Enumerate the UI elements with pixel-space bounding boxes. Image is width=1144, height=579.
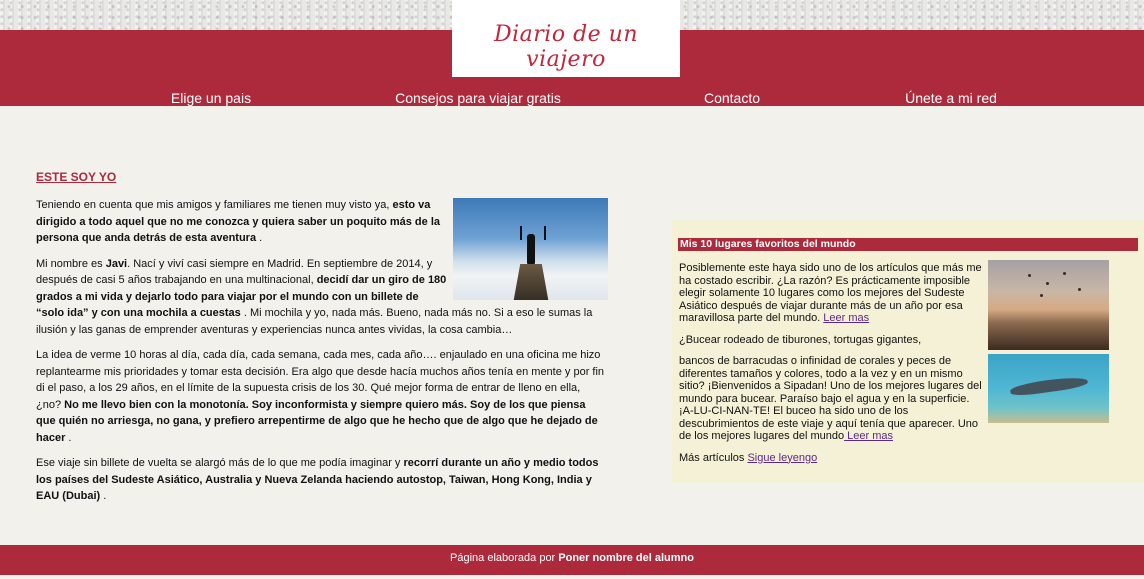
read-more-link-2[interactable]: Leer mas bbox=[844, 430, 893, 442]
p4-end: . bbox=[100, 490, 107, 502]
balloon-dot bbox=[1063, 272, 1066, 275]
p2-name: Javi bbox=[105, 257, 128, 270]
balloon-dot bbox=[1046, 282, 1049, 285]
hero-image bbox=[453, 198, 608, 300]
nav-elige-pais[interactable]: Elige un pais bbox=[171, 90, 251, 106]
footer-author: Poner nombre del alumno bbox=[558, 552, 694, 564]
keep-reading-link[interactable]: Sigue leyengo bbox=[747, 452, 817, 464]
balloons-image bbox=[988, 260, 1109, 350]
logo[interactable]: Diario de un viajero bbox=[452, 0, 680, 77]
balloon-dot bbox=[1028, 274, 1031, 277]
shark-shape bbox=[1009, 374, 1089, 398]
sidebar-paragraph-1: Posiblemente este haya sido uno de los a… bbox=[679, 262, 985, 325]
nav-contacto[interactable]: Contacto bbox=[704, 90, 760, 106]
rock-shape bbox=[513, 264, 549, 300]
sidebar-p3-text: bancos de barracudas o infinidad de cora… bbox=[679, 355, 982, 442]
p1-text: Teniendo en cuenta que mis amigos y fami… bbox=[36, 199, 393, 211]
more-articles-label: Más artículos bbox=[679, 451, 748, 464]
about-article: Teniendo en cuenta que mis amigos y fami… bbox=[36, 197, 608, 514]
nav-consejos[interactable]: Consejos para viajar gratis bbox=[395, 90, 561, 106]
nav-unete[interactable]: Únete a mi red bbox=[905, 90, 997, 106]
more-articles: Más artículos Sigue leyengo bbox=[679, 452, 985, 465]
sidebar: Mis 10 lugares favoritos del mundo Posib… bbox=[672, 220, 1144, 483]
sidebar-title: Mis 10 lugares favoritos del mundo bbox=[678, 238, 1138, 251]
shark-image bbox=[988, 354, 1109, 423]
section-title: Este soy yo bbox=[36, 170, 117, 184]
balloon-dot bbox=[1078, 288, 1081, 291]
site-footer: Página elaborada por Poner nombre del al… bbox=[0, 545, 1144, 575]
article-paragraph-4: Ese viaje sin billete de vuelta se alarg… bbox=[36, 455, 608, 505]
sidebar-paragraph-3: bancos de barracudas o infinidad de cora… bbox=[679, 355, 985, 443]
site-header: Diario de un viajero Elige un pais Conse… bbox=[0, 0, 1144, 106]
read-more-link-1[interactable]: Leer mas bbox=[823, 312, 869, 324]
p1-end: . bbox=[256, 232, 263, 244]
logo-text: Diario de un viajero bbox=[493, 22, 638, 72]
p2-text: Mi nombre es bbox=[36, 257, 106, 270]
p3-bold: No me llevo bien con la monotonía. Soy i… bbox=[36, 398, 598, 444]
p4-text: Ese viaje sin billete de vuelta se alarg… bbox=[36, 457, 404, 469]
balloon-dot bbox=[1040, 294, 1043, 297]
p3-end: . bbox=[65, 431, 72, 444]
sidebar-paragraph-2: ¿Bucear rodeado de tiburones, tortugas g… bbox=[679, 333, 922, 346]
person-silhouette bbox=[527, 234, 535, 264]
footer-text: Página elaborada por bbox=[450, 552, 559, 564]
main-nav: Elige un pais Consejos para viajar grati… bbox=[0, 88, 1144, 106]
sidebar-body: Posiblemente este haya sido uno de los a… bbox=[679, 262, 985, 473]
article-paragraph-3: La idea de verme 10 horas al día, cada d… bbox=[36, 347, 608, 446]
